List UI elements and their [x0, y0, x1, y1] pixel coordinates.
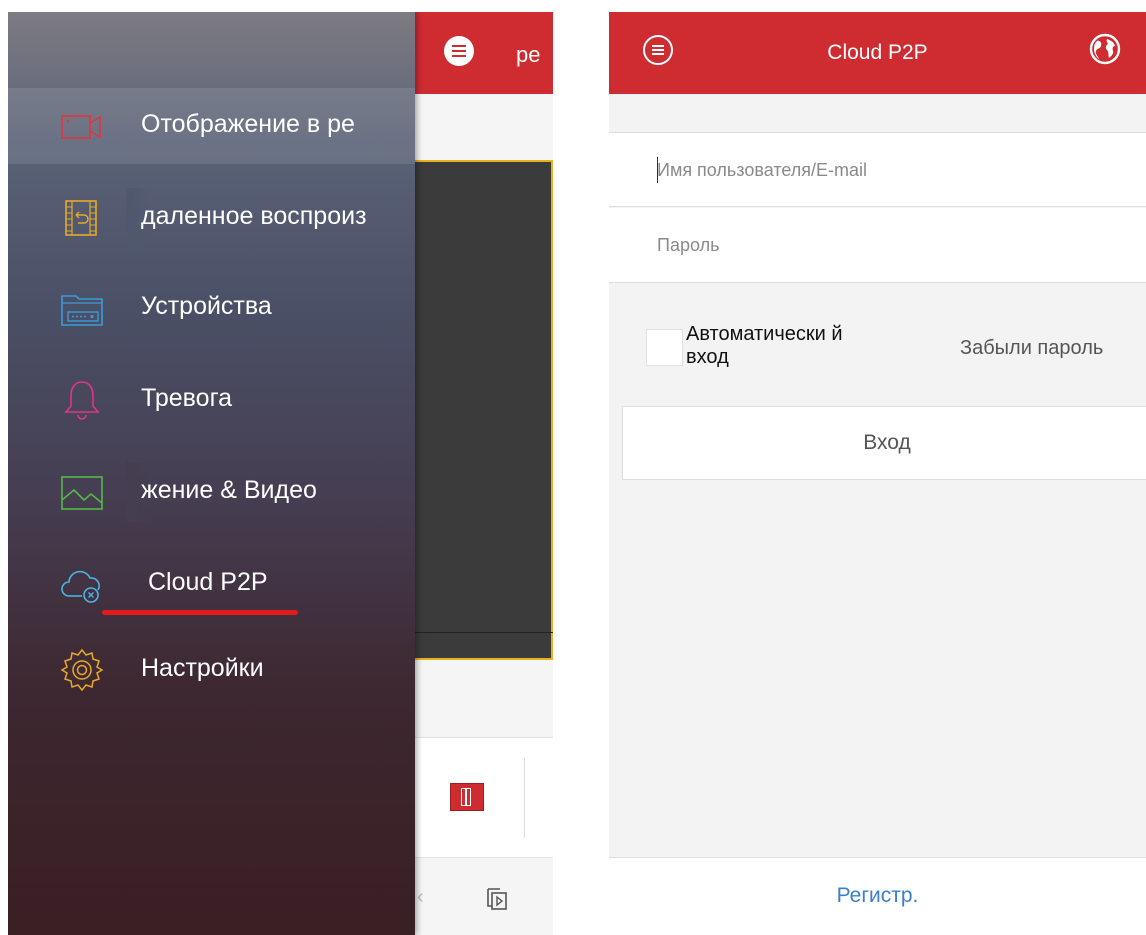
drawer-item-label: Отображение в ре — [141, 110, 355, 138]
image-picture-icon — [61, 476, 103, 510]
drawer-item-label: Cloud P2P — [148, 568, 268, 596]
drawer-item-remote-playback[interactable]: даленное воспроиз — [8, 180, 415, 256]
drawer-item-label: Настройки — [141, 654, 264, 682]
video-camera-icon — [61, 115, 101, 139]
left-screen: ре ‹ Отображение в ре даленное воспроиз … — [8, 12, 553, 935]
toolbar-separator — [524, 758, 525, 838]
playback-icon[interactable] — [484, 886, 510, 912]
password-row — [609, 208, 1146, 283]
alarm-bell-icon — [64, 381, 100, 420]
password-input[interactable] — [657, 208, 1117, 282]
footer-bar: Регистр. — [609, 857, 1146, 935]
playback-film-icon — [65, 200, 97, 236]
settings-gear-icon — [60, 648, 104, 692]
drawer-item-settings[interactable]: Настройки — [8, 632, 415, 708]
right-screen: Cloud P2P Автоматически й вход Забыли па… — [609, 12, 1146, 935]
header-bar: Cloud P2P — [609, 12, 1146, 94]
window-split-icon[interactable] — [450, 783, 484, 811]
username-input[interactable] — [657, 133, 1117, 207]
page-title: Cloud P2P — [827, 41, 928, 64]
drawer-item-label: Устройства — [141, 292, 272, 320]
navigation-drawer: Отображение в ре даленное воспроиз Устро… — [8, 12, 415, 935]
auto-login-checkbox[interactable] — [646, 329, 683, 366]
username-row — [609, 132, 1146, 207]
menu-icon[interactable] — [444, 36, 474, 66]
forgot-password-link[interactable]: Забыли пароль — [960, 337, 1103, 360]
background-title-fragment: ре — [516, 42, 541, 67]
cloud-icon — [61, 570, 100, 603]
text-caret — [657, 157, 658, 183]
drawer-item-images-videos[interactable]: жение & Видео — [8, 454, 415, 530]
globe-icon[interactable] — [1088, 32, 1122, 66]
drawer-item-label: жение & Видео — [141, 476, 317, 504]
device-folder-icon — [61, 295, 103, 326]
drawer-item-alarm[interactable]: Тревога — [8, 362, 415, 438]
drawer-item-devices[interactable]: Устройства — [8, 270, 415, 346]
drawer-item-live-view[interactable]: Отображение в ре — [8, 88, 415, 164]
drawer-item-label: Тревога — [141, 384, 233, 412]
cloud-p2p-underline — [102, 610, 298, 615]
login-button[interactable]: Вход — [622, 406, 1146, 480]
chevron-left-icon[interactable]: ‹ — [417, 886, 424, 909]
register-link[interactable]: Регистр. — [609, 884, 1146, 908]
drawer-item-label: даленное воспроиз — [141, 202, 367, 230]
auto-login-label: Автоматически й вход — [686, 323, 843, 368]
